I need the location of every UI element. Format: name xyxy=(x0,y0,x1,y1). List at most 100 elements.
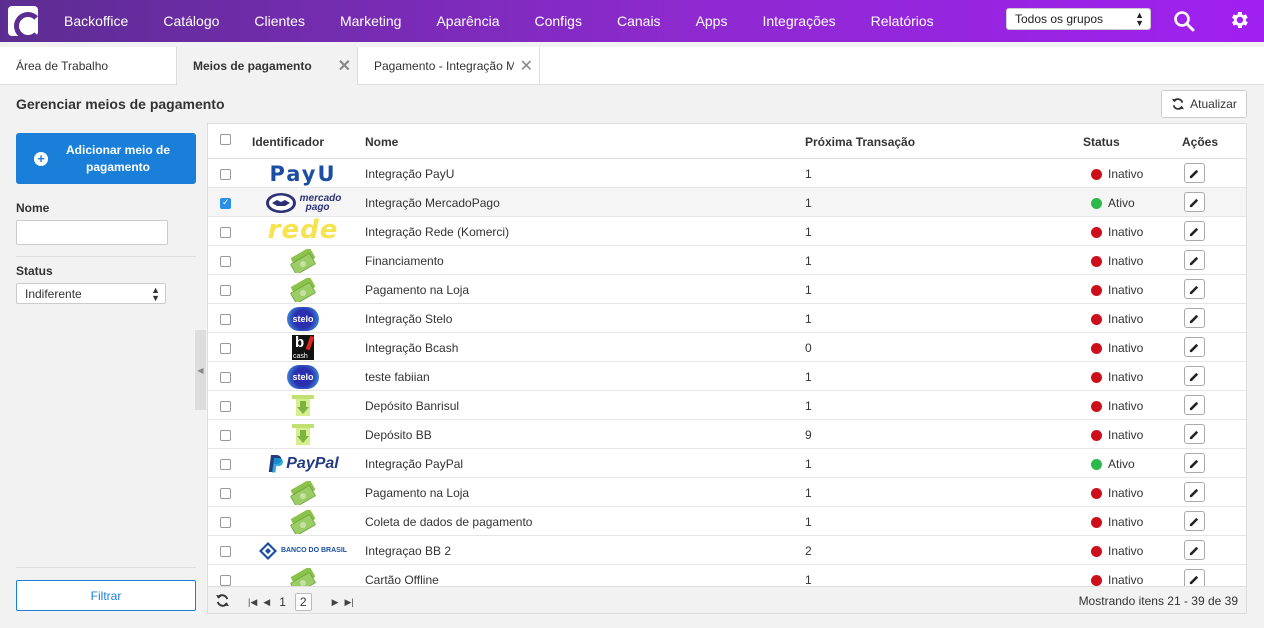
nav-item-marketing[interactable]: Marketing xyxy=(340,13,401,29)
table-row[interactable]: stelo Integração Stelo 1 Inativo xyxy=(208,304,1246,333)
row-identifier-logo: b cash xyxy=(248,334,358,360)
row-name: Integraçao BB 2 xyxy=(365,544,452,558)
table-row[interactable]: Pagamento na Loja 1 Inativo xyxy=(208,478,1246,507)
row-checkbox[interactable] xyxy=(220,430,231,444)
row-identifier-logo xyxy=(248,393,358,418)
table-row[interactable]: Coleta de dados de pagamento 1 Inativo xyxy=(208,507,1246,536)
nav-item-relatorios[interactable]: Relatórios xyxy=(871,13,934,29)
row-checkbox[interactable] xyxy=(220,227,231,241)
header-nome[interactable]: Nome xyxy=(365,135,398,149)
row-checkbox[interactable] xyxy=(220,459,231,473)
row-checkbox[interactable] xyxy=(220,488,231,502)
checkbox xyxy=(220,401,231,412)
next-page-icon[interactable]: ▶ xyxy=(332,597,339,608)
nav-item-configs[interactable]: Configs xyxy=(535,13,582,29)
select-all-checkbox[interactable] xyxy=(220,134,231,148)
row-status: Inativo xyxy=(1091,573,1143,587)
row-identifier-logo: stelo xyxy=(248,306,358,331)
row-checkbox[interactable] xyxy=(220,401,231,415)
row-checkbox[interactable] xyxy=(220,343,231,357)
edit-button[interactable] xyxy=(1184,540,1205,560)
header-identificador[interactable]: Identificador xyxy=(252,135,324,149)
grid-header: Identificador Nome Próxima Transação Sta… xyxy=(208,124,1246,159)
select-arrows-icon: ▲ ▼ xyxy=(1135,10,1144,28)
row-checkbox[interactable] xyxy=(220,197,231,212)
table-row[interactable]: mercadopago Integração MercadoPago 1 Ativo xyxy=(208,188,1246,217)
close-icon[interactable]: ✕ xyxy=(338,56,351,76)
table-row[interactable]: stelo teste fabiian 1 Inativo xyxy=(208,362,1246,391)
table-row[interactable]: PayPal Integração PayPal 1 Ativo xyxy=(208,449,1246,478)
header-status[interactable]: Status xyxy=(1083,135,1120,149)
name-filter-input[interactable] xyxy=(16,220,168,245)
edit-button[interactable] xyxy=(1184,395,1205,415)
edit-button[interactable] xyxy=(1184,250,1205,270)
edit-button[interactable] xyxy=(1184,337,1205,357)
row-status-label: Inativo xyxy=(1108,370,1144,384)
search-icon[interactable] xyxy=(1173,10,1195,32)
nav-item-canais[interactable]: Canais xyxy=(617,13,661,29)
table-row[interactable]: Depósito Banrisul 1 Inativo xyxy=(208,391,1246,420)
status-filter-select[interactable]: Indiferente ▲ ▼ xyxy=(16,283,166,304)
edit-button[interactable] xyxy=(1184,511,1205,531)
row-status-label: Inativo xyxy=(1108,341,1144,355)
row-checkbox[interactable] xyxy=(220,314,231,328)
group-select[interactable]: Todos os grupos ▲ ▼ xyxy=(1006,8,1151,30)
edit-button[interactable] xyxy=(1184,192,1205,212)
table-row[interactable]: rede Integração Rede (Komerci) 1 Inativo xyxy=(208,215,1246,246)
tab-meios-de-pagamento[interactable]: Meios de pagamento ✕ xyxy=(177,47,358,85)
row-checkbox[interactable] xyxy=(220,372,231,386)
prev-page-icon[interactable]: ◀ xyxy=(263,597,270,608)
refresh-button[interactable]: Atualizar xyxy=(1161,90,1247,118)
page-1-button[interactable]: 1 xyxy=(276,595,289,609)
sidebar-collapse-handle[interactable]: ◀ xyxy=(195,330,206,410)
logo-icon xyxy=(8,6,42,40)
tab-pagamento-integracao[interactable]: Pagamento - Integração M ✕ xyxy=(358,47,540,85)
edit-button[interactable] xyxy=(1184,366,1205,386)
edit-button[interactable] xyxy=(1184,424,1205,444)
nav-item-catalogo[interactable]: Catálogo xyxy=(163,13,219,29)
last-page-icon[interactable]: ▶| xyxy=(344,597,353,608)
app-logo[interactable] xyxy=(0,0,46,42)
row-status-label: Inativo xyxy=(1108,544,1144,558)
edit-button[interactable] xyxy=(1184,482,1205,502)
row-status: Inativo xyxy=(1091,341,1143,355)
table-row[interactable]: b cash Integração Bcash 0 Inativo xyxy=(208,333,1246,362)
edit-button[interactable] xyxy=(1184,221,1205,241)
row-checkbox[interactable] xyxy=(220,285,231,299)
page-2-button[interactable]: 2 xyxy=(294,593,312,611)
add-payment-method-button[interactable]: + Adicionar meio de pagamento xyxy=(16,133,196,184)
first-page-icon[interactable]: |◀ xyxy=(248,597,257,608)
nav-item-apps[interactable]: Apps xyxy=(696,13,728,29)
nav-item-aparencia[interactable]: Aparência xyxy=(436,13,499,29)
edit-button[interactable] xyxy=(1184,453,1205,473)
table-row[interactable]: BANCO DO BRASIL Integraçao BB 2 2 Inativo xyxy=(208,536,1246,565)
refresh-label: Atualizar xyxy=(1190,97,1237,111)
nav-item-backoffice[interactable]: Backoffice xyxy=(64,13,128,29)
edit-button[interactable] xyxy=(1184,163,1205,183)
edit-button[interactable] xyxy=(1184,279,1205,299)
row-checkbox[interactable] xyxy=(220,517,231,531)
table-row[interactable]: PayU Integração PayU 1 Inativo xyxy=(208,159,1246,188)
nav-item-integracoes[interactable]: Integrações xyxy=(762,13,835,29)
edit-button[interactable] xyxy=(1184,308,1205,328)
table-row[interactable]: Financiamento 1 Inativo xyxy=(208,246,1246,275)
tab-area-de-trabalho[interactable]: Área de Trabalho xyxy=(0,47,177,85)
reload-icon[interactable] xyxy=(215,593,230,608)
row-next-transaction: 2 xyxy=(805,544,812,558)
row-checkbox[interactable] xyxy=(220,256,231,270)
row-checkbox[interactable] xyxy=(220,169,231,183)
bb-logo-icon xyxy=(258,541,277,560)
row-status: Inativo xyxy=(1091,544,1143,558)
close-icon[interactable]: ✕ xyxy=(520,56,533,76)
row-checkbox[interactable] xyxy=(220,546,231,560)
filter-button[interactable]: Filtrar xyxy=(16,580,196,611)
nav-item-clientes[interactable]: Clientes xyxy=(254,13,305,29)
status-dot-icon xyxy=(1091,226,1102,238)
table-row[interactable]: Depósito BB 9 Inativo xyxy=(208,420,1246,449)
header-proxima-transacao[interactable]: Próxima Transação xyxy=(805,135,915,149)
gear-icon[interactable] xyxy=(1228,9,1250,31)
row-next-transaction: 1 xyxy=(805,370,812,384)
pager: |◀ ◀ 1 2 ▶ ▶| xyxy=(248,593,354,611)
pencil-icon xyxy=(1189,488,1199,497)
table-row[interactable]: Pagamento na Loja 1 Inativo xyxy=(208,275,1246,304)
